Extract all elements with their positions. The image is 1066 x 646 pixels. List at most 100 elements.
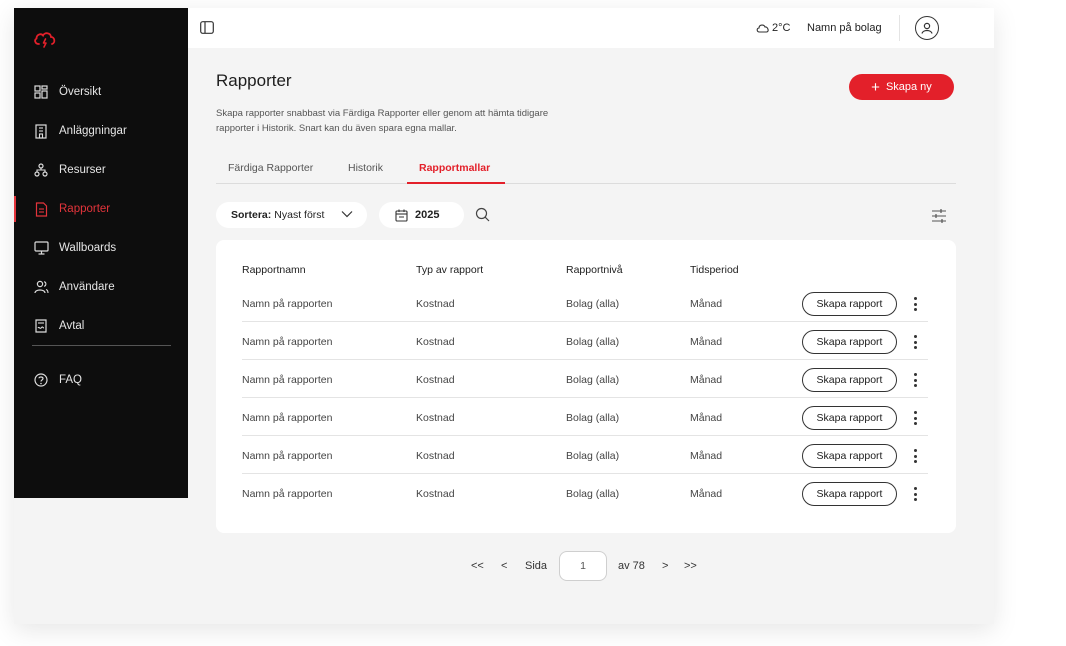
more-options-icon[interactable]: [910, 485, 920, 503]
cloud-logo-icon: [34, 32, 56, 48]
sidebar-item-resurser[interactable]: Resurser: [14, 157, 188, 183]
report-templates-table: Rapportnamn Typ av rapport Rapportnivå T…: [216, 240, 956, 533]
top-bar: 2°C Namn på bolag: [188, 8, 994, 48]
year-filter[interactable]: 2025: [379, 202, 464, 228]
sidebar-item-oversikt[interactable]: Översikt: [14, 79, 188, 105]
table-cell: Namn på rapporten: [242, 450, 333, 462]
active-tab-indicator: [407, 182, 505, 184]
year-value: 2025: [415, 209, 440, 221]
sidebar-item-label: Rapporter: [59, 203, 111, 215]
chevron-down-icon: [341, 211, 353, 218]
create-new-label: Skapa ny: [885, 81, 932, 93]
grid-icon: [32, 83, 50, 101]
sidebar-item-anlaggningar[interactable]: Anläggningar: [14, 118, 188, 144]
table-cell: Namn på rapporten: [242, 298, 333, 310]
table-row: Namn på rapporten Kostnad Bolag (alla) Måna…: [242, 322, 928, 360]
report-icon: [32, 200, 50, 218]
page-label: Sida: [525, 560, 548, 572]
table-cell: Bolag (alla): [566, 450, 620, 462]
building-icon: [32, 122, 50, 140]
sidebar-item-avtal[interactable]: Avtal: [14, 313, 188, 339]
more-options-icon[interactable]: [910, 333, 920, 351]
sidebar-item-label: Avtal: [59, 320, 85, 332]
create-report-button[interactable]: Skapa rapport: [802, 368, 897, 392]
more-options-icon[interactable]: [910, 371, 920, 389]
sidebar-item-label: Wallboards: [59, 242, 117, 254]
sidebar-item-faq[interactable]: FAQ: [14, 367, 188, 393]
cloud-icon: [756, 24, 769, 33]
table-cell: Månad: [690, 412, 723, 424]
sidebar-item-label: Resurser: [59, 164, 106, 176]
first-page-button[interactable]: <<: [471, 551, 484, 581]
temperature-value: 2°C: [772, 22, 791, 34]
sidebar-item-anvandare[interactable]: Användare: [14, 274, 188, 300]
last-page-button[interactable]: >>: [684, 551, 697, 581]
app-window: Översikt Anläggningar Resurser Rapporter: [14, 8, 994, 624]
table-cell: Kostnad: [416, 336, 455, 348]
more-options-icon[interactable]: [910, 409, 920, 427]
table-row: Namn på rapporten Kostnad Bolag (alla) Måna…: [242, 284, 928, 322]
create-report-button[interactable]: Skapa rapport: [802, 292, 897, 316]
column-header-rapportniva: Rapportnivå: [566, 264, 623, 276]
sort-prefix: Sortera:: [231, 209, 272, 221]
table-cell: Kostnad: [416, 298, 455, 310]
filter-sliders-icon[interactable]: [931, 208, 947, 224]
table-cell: Namn på rapporten: [242, 488, 333, 500]
table-cell: Bolag (alla): [566, 298, 620, 310]
sort-dropdown[interactable]: Sortera: Nyast först: [216, 202, 367, 228]
create-report-button[interactable]: Skapa rapport: [802, 330, 897, 354]
tab-rapportmallar[interactable]: Rapportmallar: [419, 162, 490, 174]
create-report-button[interactable]: Skapa rapport: [802, 444, 897, 468]
calendar-icon: [395, 209, 408, 222]
sidebar-item-rapporter[interactable]: Rapporter: [14, 196, 188, 222]
sidebar-toggle-icon[interactable]: [200, 21, 214, 34]
table-cell: Månad: [690, 450, 723, 462]
monitor-icon: [32, 239, 50, 257]
table-cell: Bolag (alla): [566, 374, 620, 386]
search-icon[interactable]: [474, 206, 492, 224]
contract-icon: [32, 317, 50, 335]
sidebar-item-label: FAQ: [59, 374, 83, 386]
create-report-button[interactable]: Skapa rapport: [802, 406, 897, 430]
table-cell: Månad: [690, 298, 723, 310]
users-icon: [32, 278, 50, 296]
sidebar: Översikt Anläggningar Resurser Rapporter: [14, 8, 188, 498]
create-new-button[interactable]: + Skapa ny: [849, 74, 954, 100]
sidebar-item-label: Översikt: [59, 86, 102, 98]
table-cell: Bolag (alla): [566, 412, 620, 424]
table-cell: Namn på rapporten: [242, 374, 333, 386]
table-row: Namn på rapporten Kostnad Bolag (alla) Måna…: [242, 360, 928, 398]
sort-value: Nyast först: [274, 209, 325, 221]
table-row: Namn på rapporten Kostnad Bolag (alla) Måna…: [242, 398, 928, 436]
create-report-button[interactable]: Skapa rapport: [802, 482, 897, 506]
tab-bar: Färdiga Rapporter Historik Rapportmallar: [216, 157, 956, 184]
page-description: Skapa rapporter snabbast via Färdiga Rap…: [216, 108, 549, 134]
more-options-icon[interactable]: [910, 295, 920, 313]
table-row: Namn på rapporten Kostnad Bolag (alla) Måna…: [242, 436, 928, 474]
tab-fardiga-rapporter[interactable]: Färdiga Rapporter: [228, 162, 313, 174]
table-cell: Kostnad: [416, 374, 455, 386]
user-avatar-button[interactable]: [915, 16, 939, 40]
tab-historik[interactable]: Historik: [348, 162, 383, 174]
more-options-icon[interactable]: [910, 447, 920, 465]
table-cell: Kostnad: [416, 412, 455, 424]
page-total: av 78: [618, 560, 645, 572]
sidebar-item-wallboards[interactable]: Wallboards: [14, 235, 188, 261]
table-cell: Månad: [690, 488, 723, 500]
next-page-button[interactable]: >: [662, 551, 668, 581]
page-number-input[interactable]: [559, 551, 607, 581]
question-icon: [32, 371, 50, 389]
table-cell: Månad: [690, 374, 723, 386]
hierarchy-icon: [32, 161, 50, 179]
table-cell: Bolag (alla): [566, 336, 620, 348]
table-cell: Namn på rapporten: [242, 412, 333, 424]
table-cell: Bolag (alla): [566, 488, 620, 500]
prev-page-button[interactable]: <: [501, 551, 507, 581]
table-cell: Kostnad: [416, 488, 455, 500]
sidebar-item-label: Anläggningar: [59, 125, 127, 137]
company-selector[interactable]: Namn på bolag: [807, 22, 882, 34]
weather-widget: 2°C: [756, 22, 790, 34]
sidebar-item-label: Användare: [59, 281, 115, 293]
table-cell: Månad: [690, 336, 723, 348]
table-cell: Namn på rapporten: [242, 336, 333, 348]
